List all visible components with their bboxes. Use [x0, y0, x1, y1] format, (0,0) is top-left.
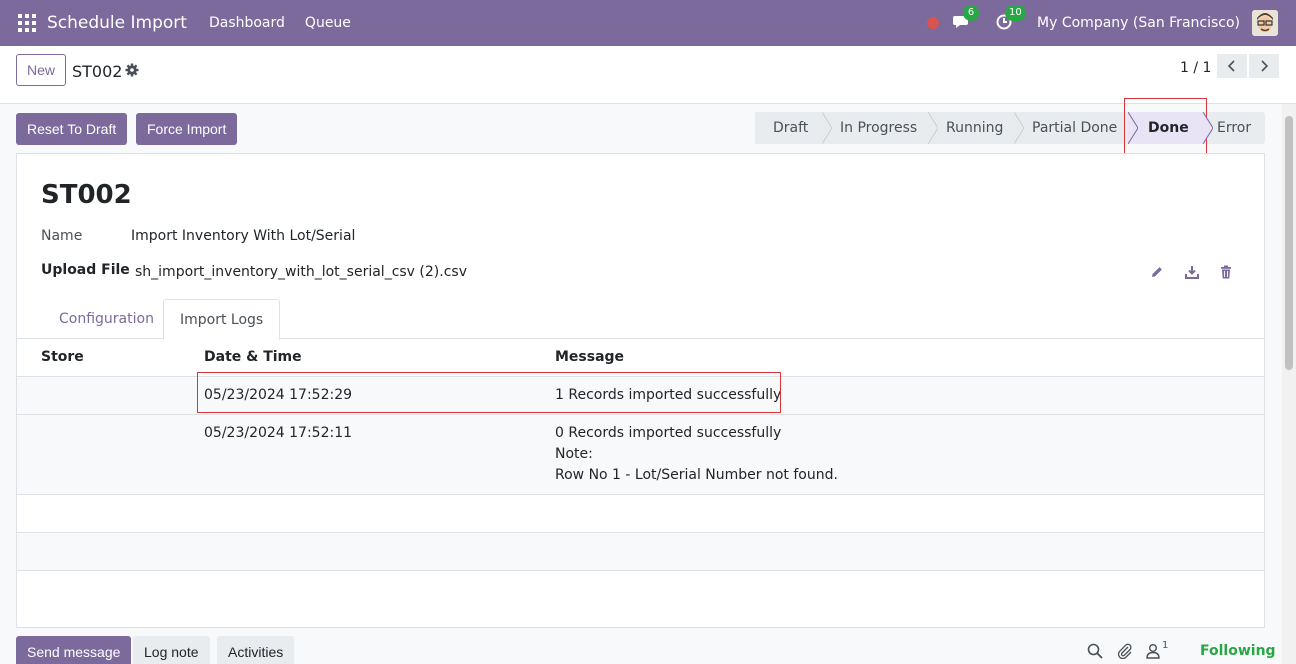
column-datetime[interactable]: Date & Time [204, 349, 302, 365]
activities-badge: 10 [1005, 5, 1026, 21]
table-row[interactable]: 05/23/2024 17:52:29 1 Records imported s… [17, 377, 1264, 415]
name-field[interactable]: Import Inventory With Lot/Serial [131, 228, 355, 244]
stage-label: Error [1217, 120, 1252, 136]
scrollbar-thumb[interactable] [1285, 116, 1293, 370]
send-message-button[interactable]: Send message [16, 636, 132, 664]
messages-badge: 6 [963, 5, 980, 21]
stage-separator-icon [1014, 112, 1024, 144]
top-navbar: Schedule Import Dashboard Queue 6 10 My … [0, 0, 1296, 46]
notebook-tabs: Configuration Import Logs [17, 299, 1264, 340]
stage-running[interactable]: Running [928, 112, 1024, 144]
empty-row [17, 533, 1264, 571]
empty-row [17, 495, 1264, 533]
name-label: Name [41, 228, 83, 244]
company-switcher[interactable]: My Company (San Francisco) [1037, 15, 1240, 31]
stage-separator-icon [822, 112, 832, 144]
column-store[interactable]: Store [41, 349, 84, 365]
control-panel: New ST002 1 / 1 [0, 46, 1296, 104]
reset-to-draft-button[interactable]: Reset To Draft [16, 113, 128, 145]
following-button[interactable]: Following [1200, 643, 1276, 659]
apps-menu-icon[interactable] [18, 14, 36, 32]
followers-count: 1 [1162, 640, 1169, 651]
upload-file-label: Upload File [41, 262, 130, 278]
new-button[interactable]: New [16, 54, 67, 86]
force-import-button[interactable]: Force Import [136, 113, 238, 145]
pager-previous-button[interactable] [1217, 54, 1247, 78]
message-line: 0 Records imported successfully [555, 425, 782, 441]
form-sheet: ST002 Name Import Inventory With Lot/Ser… [16, 153, 1265, 628]
record-title: ST002 [41, 180, 132, 210]
stage-label: Running [946, 120, 1004, 136]
menu-dashboard[interactable]: Dashboard [209, 15, 285, 31]
download-icon[interactable] [1185, 265, 1199, 279]
stage-draft[interactable]: Draft [755, 112, 832, 144]
paperclip-icon[interactable] [1117, 643, 1133, 660]
log-datetime: 05/23/2024 17:52:11 [204, 425, 353, 441]
chevron-left-icon [1227, 60, 1235, 72]
log-message: 1 Records imported successfully [555, 387, 782, 403]
user-avatar[interactable] [1252, 10, 1278, 36]
stage-label: Partial Done [1032, 120, 1118, 136]
stage-done[interactable]: Done [1128, 112, 1213, 144]
breadcrumb-record: ST002 [72, 62, 123, 81]
import-logs-table: Store Date & Time Message 05/23/2024 17:… [17, 339, 1264, 571]
followers-icon[interactable] [1146, 643, 1162, 659]
chevron-right-icon [1261, 60, 1269, 72]
search-icon[interactable] [1087, 643, 1103, 659]
log-message: 0 Records imported successfully Note: Ro… [555, 423, 838, 486]
status-bar: Draft In Progress Running Partial Done D… [755, 112, 1265, 144]
stage-separator-icon [1203, 112, 1213, 144]
stage-label: Done [1148, 120, 1189, 136]
app-title[interactable]: Schedule Import [47, 13, 187, 33]
log-note-button[interactable]: Log note [133, 636, 210, 664]
trash-icon[interactable] [1219, 265, 1233, 279]
gear-icon[interactable] [125, 63, 139, 77]
pager-value[interactable]: 1 / 1 [1180, 60, 1211, 76]
message-line: Note: [555, 446, 593, 462]
stage-separator-icon [928, 112, 938, 144]
scrollbar[interactable] [1282, 104, 1296, 664]
stage-partial-done[interactable]: Partial Done [1014, 112, 1138, 144]
messages-icon[interactable]: 6 [953, 5, 980, 33]
edit-icon[interactable] [1150, 265, 1164, 279]
recording-indicator[interactable] [927, 17, 940, 29]
stage-in-progress[interactable]: In Progress [822, 112, 938, 144]
menu-queue[interactable]: Queue [305, 15, 351, 31]
upload-file-name: sh_import_inventory_with_lot_serial_csv … [135, 264, 467, 280]
tab-configuration[interactable]: Configuration [43, 299, 170, 339]
activities-icon[interactable]: 10 [995, 5, 1026, 33]
column-message[interactable]: Message [555, 349, 624, 365]
message-line: Row No 1 - Lot/Serial Number not found. [555, 467, 838, 483]
stage-separator-icon [1128, 112, 1138, 144]
stage-label: Draft [773, 120, 809, 136]
table-header: Store Date & Time Message [17, 339, 1264, 377]
stage-label: In Progress [840, 120, 918, 136]
pager-next-button[interactable] [1249, 54, 1279, 78]
activities-button[interactable]: Activities [217, 636, 295, 664]
log-datetime: 05/23/2024 17:52:29 [204, 387, 353, 403]
table-row[interactable]: 05/23/2024 17:52:11 0 Records imported s… [17, 415, 1264, 495]
tab-import-logs[interactable]: Import Logs [163, 299, 281, 340]
